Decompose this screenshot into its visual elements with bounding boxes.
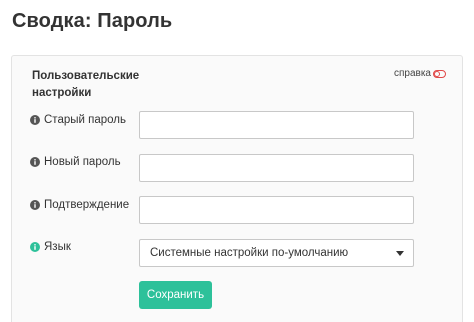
info-circle-icon <box>30 242 40 252</box>
confirm-password-input[interactable] <box>139 196 414 224</box>
old-password-label: Старый пароль <box>30 114 126 126</box>
confirm-password-label-text: Подтверждение <box>44 199 130 211</box>
help-link[interactable]: справка <box>394 68 446 79</box>
info-circle-icon <box>30 157 40 167</box>
settings-panel: Пользовательские настройки справка Стары… <box>11 55 463 322</box>
language-label-text: Язык <box>44 241 71 253</box>
language-label: Язык <box>30 241 71 253</box>
page: Сводка: Пароль Пользовательские настройк… <box>0 0 474 322</box>
toggle-icon <box>433 69 446 78</box>
language-selected-value: Системные настройки по-умолчанию <box>150 247 349 259</box>
new-password-label: Новый пароль <box>30 156 121 168</box>
language-select[interactable]: Системные настройки по-умолчанию <box>139 239 414 267</box>
caret-down-icon <box>396 251 404 256</box>
help-label: справка <box>393 68 431 79</box>
new-password-input[interactable] <box>139 154 414 182</box>
save-button[interactable]: Сохранить <box>139 281 212 309</box>
page-title: Сводка: Пароль <box>12 10 173 32</box>
confirm-password-label: Подтверждение <box>30 199 129 211</box>
section-title: Пользовательские настройки <box>32 70 140 99</box>
old-password-label-text: Старый пароль <box>44 114 126 126</box>
new-password-label-text: Новый пароль <box>44 156 121 168</box>
info-circle-icon <box>30 200 40 210</box>
info-circle-icon <box>30 115 40 125</box>
old-password-input[interactable] <box>139 111 414 139</box>
